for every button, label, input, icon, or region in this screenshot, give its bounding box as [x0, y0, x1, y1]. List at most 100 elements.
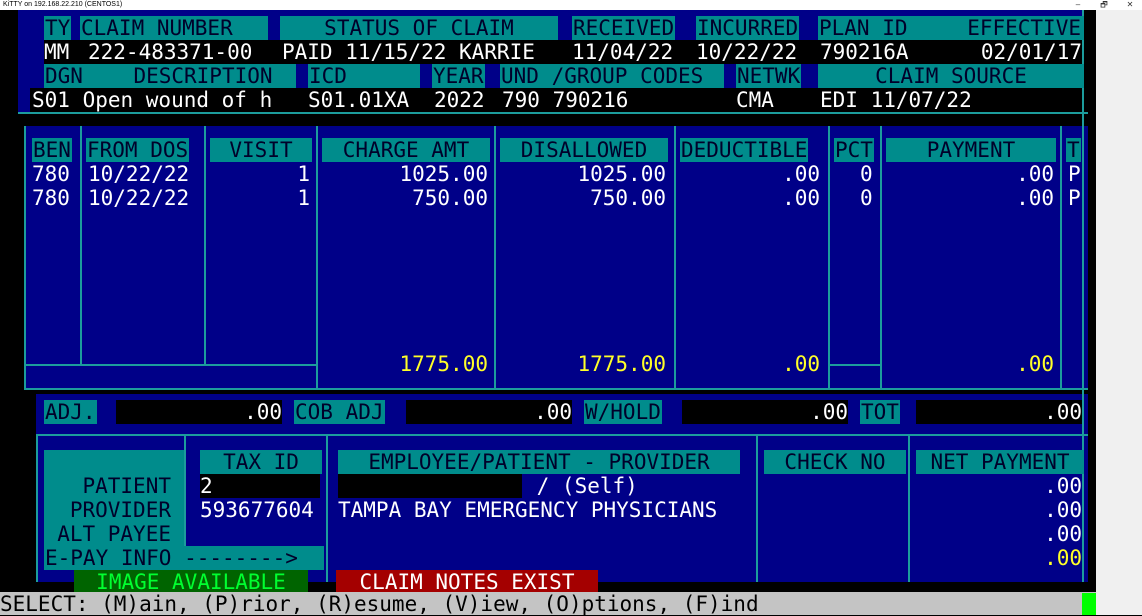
net-payment-label: NET PAYMENT [916, 450, 1084, 474]
alt-payee-label[interactable]: ALT PAYEE [44, 522, 172, 546]
line-disallowed: 1025.00 [577, 162, 666, 186]
col-pct: PCT [834, 138, 874, 162]
divider [908, 436, 910, 582]
divider [326, 436, 328, 582]
col-t: T [1066, 138, 1081, 162]
maximize-button[interactable]: 🗗 [1094, 0, 1114, 10]
col-payment: PAYMENT [886, 138, 1056, 162]
received-label: RECEIVED [572, 16, 676, 40]
redacted-tax-id [200, 474, 320, 498]
claim-status: PAID 11/15/22 KARRIE [282, 40, 535, 64]
diagnosis-description: S01 Open wound of h [32, 88, 273, 112]
provider-label[interactable]: PROVIDER [44, 498, 172, 522]
withhold-value[interactable]: .00 [682, 400, 848, 424]
employee-provider-label: EMPLOYEE/PATIENT - PROVIDER [338, 450, 740, 474]
line-deductible: .00 [782, 162, 820, 186]
divider [36, 436, 38, 582]
epay-info-label[interactable]: E-PAY INFO --------> [44, 546, 324, 570]
cob-adj-label: COB ADJ [294, 400, 385, 424]
adj-value[interactable]: .00 [116, 400, 282, 424]
fund-group-codes: 790 790216 [502, 88, 629, 112]
line-charge: 750.00 [412, 186, 488, 210]
line-visit: 1 [297, 162, 310, 186]
status-label: STATUS OF CLAIM [280, 16, 558, 40]
provider-net-payment: .00 [1044, 498, 1082, 522]
patient-tax-id: 2 [200, 474, 213, 498]
total-disallowed: 1775.00 [577, 352, 666, 376]
line-pct: 0 [860, 162, 873, 186]
tot-value[interactable]: .00 [916, 400, 1082, 424]
divider [494, 126, 496, 388]
line-deductible: .00 [782, 186, 820, 210]
patient-name: / (Self) [524, 474, 638, 498]
col-visit: VISIT [210, 138, 312, 162]
effective-label: EFFECTIVE [967, 16, 1081, 40]
provider-tax-id: 593677604 [200, 498, 314, 522]
adj-label: ADJ. [44, 400, 97, 424]
terminal-screen[interactable]: TY CLAIM NUMBER STATUS OF CLAIM RECEIVED… [0, 10, 1096, 614]
claim-number: 222-483371-00 [88, 40, 253, 64]
ty-label: TY [44, 16, 72, 40]
divider [1060, 126, 1062, 388]
icd-code: S01.01XA [308, 88, 410, 112]
claim-source: EDI 11/07/22 [820, 88, 972, 112]
patient-label[interactable]: PATIENT [44, 474, 172, 498]
line-from-dos: 10/22/22 [88, 186, 190, 210]
redacted-patient-name [338, 474, 522, 498]
claim-source-label: CLAIM SOURCE [818, 64, 1084, 88]
terminal-cursor [1082, 593, 1096, 615]
received-date: 11/04/22 [572, 40, 674, 64]
check-no-label: CHECK NO [764, 450, 906, 474]
patient-net-payment: .00 [1044, 474, 1082, 498]
total-charge: 1775.00 [399, 352, 488, 376]
divider [80, 126, 82, 364]
cob-adj-value[interactable]: .00 [406, 400, 572, 424]
tax-id-label: TAX ID [200, 450, 322, 474]
divider [18, 112, 1088, 114]
total-payment: .00 [1016, 352, 1054, 376]
window-titlebar: KiTTY on 192.168.22.210 (CENTOS1) – 🗗 ✕ [0, 0, 1142, 10]
claim-notes-badge[interactable]: CLAIM NOTES EXIST [336, 570, 598, 594]
netwk-label: NETWK [736, 64, 802, 88]
line-from-dos: 10/22/22 [88, 162, 190, 186]
divider [674, 126, 676, 388]
col-from-dos: FROM DOS [86, 138, 190, 162]
divider [828, 126, 830, 388]
line-pct: 0 [860, 186, 873, 210]
claim-number-label: CLAIM NUMBER [80, 16, 268, 40]
close-button[interactable]: ✕ [1120, 0, 1140, 10]
incurred-label: INCURRED [696, 16, 800, 40]
divider [880, 126, 882, 388]
col-charge-amt: CHARGE AMT [322, 138, 490, 162]
effective-date: 02/01/17 [980, 40, 1082, 64]
line-ben: 780 [32, 186, 70, 210]
divider [24, 364, 316, 366]
divider [36, 434, 1088, 436]
year-label: YEAR [432, 64, 485, 88]
scrollbar[interactable] [1096, 10, 1142, 615]
tot-label: TOT [860, 400, 900, 424]
provider-name: TAMPA BAY EMERGENCY PHYSICIANS [338, 498, 718, 522]
col-disallowed: DISALLOWED [500, 138, 668, 162]
network-value: CMA [736, 88, 774, 112]
withhold-label: W/HOLD [584, 400, 662, 424]
divider [204, 126, 206, 364]
line-payment: .00 [1016, 186, 1054, 210]
line-visit: 1 [297, 186, 310, 210]
line-disallowed: 750.00 [590, 186, 666, 210]
alt-payee-net-payment: .00 [1044, 522, 1082, 546]
col-deductible: DEDUCTIBLE [680, 138, 809, 162]
image-available-badge[interactable]: IMAGE AVAILABLE [74, 570, 308, 594]
divider [756, 436, 758, 582]
year-value: 2022 [434, 88, 485, 112]
divider [1082, 10, 1084, 582]
plan-id: 790216A [820, 40, 909, 64]
description-label: DESCRIPTION [133, 64, 273, 88]
select-prompt[interactable]: SELECT: (M)ain, (P)rior, (R)esume, (V)ie… [0, 592, 1096, 616]
epay-net-payment: .00 [1044, 546, 1082, 570]
window-title: KiTTY on 192.168.22.210 (CENTOS1) [3, 1, 123, 8]
line-ben: 780 [32, 162, 70, 186]
minimize-button[interactable]: – [1068, 0, 1088, 10]
line-type: P [1068, 162, 1081, 186]
divider [24, 388, 1088, 390]
